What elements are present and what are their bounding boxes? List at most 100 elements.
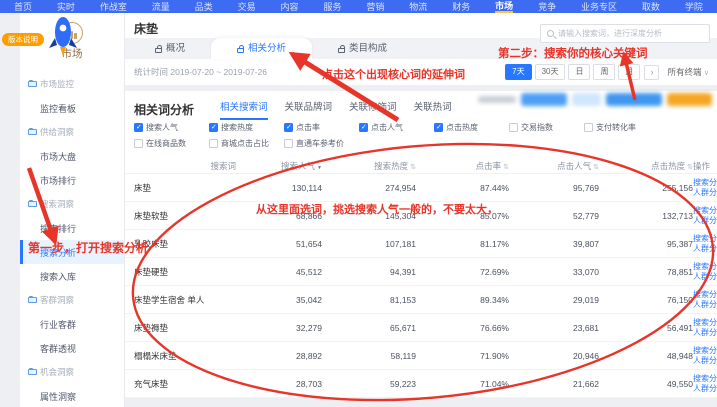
sidebar-item[interactable]: 属性洞察 (20, 384, 124, 407)
nav-item[interactable]: 物流 (409, 0, 427, 13)
panel-subtab[interactable]: 关联品牌词 (285, 99, 333, 120)
metric-checkbox[interactable]: 点击率 (284, 122, 359, 133)
version-badge[interactable]: 版本说明 (2, 33, 44, 46)
range-button[interactable]: 日 (568, 64, 590, 80)
metrics-row-2: 在线商品数 商城点击占比 直通车参考价 (125, 135, 717, 151)
search-popularity-cell: 45,512 (238, 267, 322, 277)
click-rate-cell: 81.17% (416, 239, 509, 249)
column-header[interactable]: 点击热度 (599, 160, 693, 172)
terminal-dropdown[interactable]: 所有终端 ∨ (667, 66, 709, 78)
page-tab[interactable]: 类目构成 (312, 38, 413, 59)
search-analysis-link[interactable]: 搜索分析 (693, 178, 717, 188)
folder-icon (28, 81, 37, 87)
search-analysis-link[interactable]: 搜索分析 (693, 318, 717, 328)
nav-item[interactable]: 品类 (195, 0, 213, 13)
version-widget[interactable]: 版本说明 (2, 14, 92, 66)
crowd-analysis-link[interactable]: 人群分析 (693, 272, 717, 282)
lock-icon (338, 48, 345, 53)
blurred-button[interactable] (606, 93, 662, 106)
metric-checkbox[interactable]: 点击人气 (359, 122, 434, 133)
keyword-cell: 床垫 (134, 182, 238, 194)
keyword-cell: 榻榻米床垫 (134, 350, 238, 362)
page-tab[interactable]: 概况 (129, 38, 211, 59)
sidebar-item[interactable]: 搜索洞察 (20, 192, 124, 216)
crowd-analysis-link[interactable]: 人群分析 (693, 216, 717, 226)
nav-item[interactable]: 学院 (685, 0, 703, 13)
search-box[interactable] (540, 24, 710, 43)
panel-subtab[interactable]: 相关搜索词 (220, 99, 268, 120)
nav-item[interactable]: 业务专区 (581, 0, 617, 13)
nav-item[interactable]: 服务 (323, 0, 341, 13)
click-popularity-cell: 20,946 (509, 351, 599, 361)
metric-checkbox[interactable]: 支付转化率 (584, 122, 659, 133)
nav-item[interactable]: 交易 (238, 0, 256, 13)
metric-label: 点击人气 (371, 122, 403, 133)
panel-subtab[interactable]: 关联热词 (414, 99, 452, 120)
search-analysis-link[interactable]: 搜索分析 (693, 262, 717, 272)
search-analysis-link[interactable]: 搜索分析 (693, 374, 717, 384)
crowd-analysis-link[interactable]: 人群分析 (693, 188, 717, 198)
metric-checkbox[interactable]: 直通车参考价 (284, 138, 359, 149)
range-button[interactable]: 周 (593, 64, 615, 80)
sidebar-item[interactable]: 供给洞察 (20, 120, 124, 144)
nav-item[interactable]: 内容 (281, 0, 299, 13)
sidebar-item[interactable]: 监控看板 (20, 96, 124, 120)
nav-item[interactable]: 实时 (57, 0, 75, 13)
column-header[interactable]: 搜索词 (134, 160, 238, 172)
sidebar-item[interactable]: 市场排行 (20, 168, 124, 192)
sidebar-item-label: 供给洞察 (40, 126, 74, 138)
sidebar-item[interactable]: 搜索分析 (20, 240, 124, 264)
metric-checkbox[interactable]: 搜索人气 (134, 122, 209, 133)
crowd-analysis-link[interactable]: 人群分析 (693, 356, 717, 366)
search-analysis-link[interactable]: 搜索分析 (693, 346, 717, 356)
range-button[interactable]: 月 (618, 64, 640, 80)
column-header[interactable]: 点击人气 (509, 160, 599, 172)
nav-item[interactable]: 首页 (14, 0, 32, 13)
search-heat-cell: 65,671 (322, 323, 416, 333)
crowd-analysis-link[interactable]: 人群分析 (693, 244, 717, 254)
crowd-analysis-link[interactable]: 人群分析 (693, 300, 717, 310)
sidebar-item[interactable]: 市场监控 (20, 72, 124, 96)
nav-item[interactable]: 竞争 (538, 0, 556, 13)
nav-item[interactable]: 取数 (642, 0, 660, 13)
search-analysis-link[interactable]: 搜索分析 (693, 290, 717, 300)
click-popularity-cell: 23,681 (509, 323, 599, 333)
chevron-right-icon: › (650, 67, 653, 77)
sidebar-item[interactable]: 机会洞察 (20, 360, 124, 384)
nav-item[interactable]: 流量 (152, 0, 170, 13)
metric-checkbox[interactable]: 点击热度 (434, 122, 509, 133)
search-input[interactable] (558, 29, 703, 38)
blurred-button[interactable] (667, 93, 712, 106)
column-header[interactable]: 操作 (693, 160, 712, 172)
column-header[interactable]: 点击率 (416, 160, 509, 172)
search-analysis-link[interactable]: 搜索分析 (693, 206, 717, 216)
sidebar-item[interactable]: 客群洞察 (20, 288, 124, 312)
nav-item[interactable]: 营销 (366, 0, 384, 13)
page-tab[interactable]: 相关分析 (211, 38, 312, 59)
nav-item[interactable]: 市场 (495, 0, 513, 13)
search-analysis-link[interactable]: 搜索分析 (693, 234, 717, 244)
crowd-analysis-link[interactable]: 人群分析 (693, 384, 717, 394)
sidebar-item[interactable]: 行业客群 (20, 312, 124, 336)
click-heat-cell: 48,948 (599, 351, 693, 361)
metric-checkbox[interactable]: 在线商品数 (134, 138, 209, 149)
nav-item[interactable]: 作战室 (100, 0, 127, 13)
main-content: 床垫 概况 相关分析 类目构成 统计时间 2019-07-20 ~ 2019-0… (125, 13, 717, 407)
column-header[interactable]: 搜索人气 (238, 160, 322, 172)
range-button[interactable]: 7天 (505, 64, 531, 80)
column-header[interactable]: 搜索热度 (322, 160, 416, 172)
pager-next-button[interactable]: › (644, 65, 659, 80)
range-button[interactable]: 30天 (535, 64, 566, 80)
sidebar-item[interactable]: 客群透视 (20, 336, 124, 360)
nav-item[interactable]: 财务 (452, 0, 470, 13)
crowd-analysis-link[interactable]: 人群分析 (693, 328, 717, 338)
panel-subtab[interactable]: 关联修饰词 (349, 99, 397, 120)
sidebar-item[interactable]: 搜索排行 (20, 216, 124, 240)
table-row: 床垫硬垫 45,512 94,391 72.69% 33,070 78,851 … (125, 258, 717, 286)
metric-checkbox[interactable]: 商城点击占比 (209, 138, 284, 149)
blurred-button[interactable] (521, 93, 567, 106)
metric-checkbox[interactable]: 交易指数 (509, 122, 584, 133)
sidebar-item[interactable]: 搜索入库 (20, 264, 124, 288)
metric-checkbox[interactable]: 搜索热度 (209, 122, 284, 133)
sidebar-item[interactable]: 市场大盘 (20, 144, 124, 168)
